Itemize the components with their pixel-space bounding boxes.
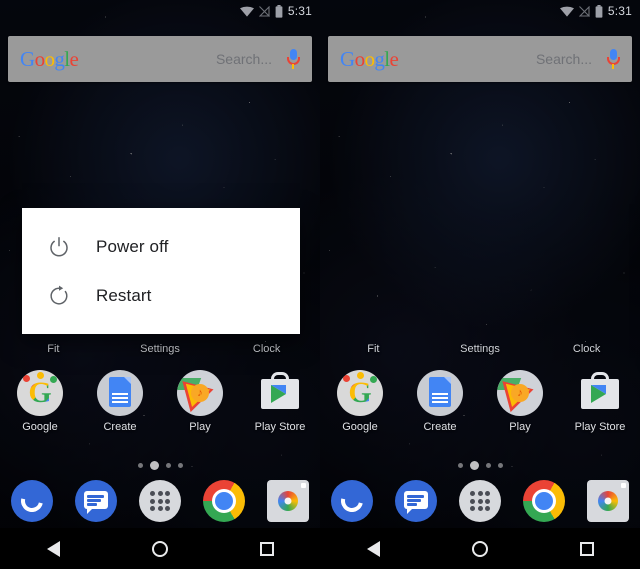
home-circle-icon — [152, 540, 168, 557]
app-label: Play — [509, 421, 531, 433]
signal-off-icon — [258, 5, 270, 17]
play-music-icon: ♪ — [177, 370, 223, 416]
wifi-icon — [559, 6, 574, 17]
phone-icon[interactable] — [11, 480, 53, 522]
nav-recents-button[interactable] — [213, 541, 320, 556]
status-bar: 5:31 — [0, 0, 320, 22]
app-label: Play Store — [254, 421, 306, 433]
app-label: Play Store — [574, 421, 626, 433]
restart-icon — [48, 285, 70, 307]
nav-back-button[interactable] — [0, 540, 107, 557]
power-off-label: Power off — [96, 236, 169, 256]
app-label: Create — [423, 421, 457, 433]
widget-label-clock: Clock — [252, 343, 281, 355]
battery-icon — [595, 4, 603, 18]
camera-icon[interactable] — [587, 480, 629, 522]
app-icon-create[interactable]: Create — [400, 370, 480, 433]
app-icon-play-store[interactable]: Play Store — [560, 370, 640, 433]
nav-home-button[interactable] — [107, 540, 214, 557]
phone-screen-left: 5:31 Google Search... Fit Settings Clock — [0, 0, 320, 569]
wifi-icon — [239, 6, 254, 17]
message-icon[interactable] — [395, 480, 437, 522]
back-triangle-icon — [366, 540, 380, 557]
widget-label-settings: Settings — [140, 343, 180, 355]
nav-back-button[interactable] — [320, 540, 427, 557]
dock — [0, 474, 320, 528]
chrome-icon[interactable] — [523, 480, 565, 522]
page-dot[interactable] — [485, 462, 491, 468]
dock — [320, 474, 640, 528]
app-label: Create — [103, 421, 137, 433]
page-dot[interactable] — [137, 462, 143, 468]
microphone-icon[interactable] — [606, 48, 620, 70]
app-icon-play[interactable]: ♪ Play — [480, 370, 560, 433]
signal-off-icon — [578, 5, 590, 17]
page-dot-active[interactable] — [149, 460, 159, 470]
google-icon: G — [17, 370, 63, 416]
home-app-row: G Google Create ♪ Play Play Store — [0, 370, 320, 440]
power-icon — [48, 236, 70, 258]
search-input[interactable]: Search... — [216, 51, 272, 67]
google-docs-icon — [417, 370, 463, 416]
play-store-icon — [257, 370, 303, 416]
recents-square-icon — [259, 541, 274, 556]
app-label: Google — [342, 421, 378, 433]
app-drawer-icon[interactable] — [459, 480, 501, 522]
power-off-button[interactable]: Power off — [22, 222, 300, 271]
google-icon: G — [337, 370, 383, 416]
google-logo: Google — [20, 46, 79, 71]
page-indicator — [0, 459, 320, 471]
home-app-row: G Google Create ♪ Play Play Store — [320, 370, 640, 440]
app-label: Play — [189, 421, 211, 433]
app-drawer-icon[interactable] — [139, 480, 181, 522]
navigation-bar — [0, 528, 320, 569]
play-store-icon — [577, 370, 623, 416]
restart-label: Restart — [96, 285, 152, 305]
phone-icon[interactable] — [331, 480, 373, 522]
app-icon-create[interactable]: Create — [80, 370, 160, 433]
google-search-widget[interactable]: Google Search... — [8, 36, 312, 82]
app-icon-play[interactable]: ♪ Play — [160, 370, 240, 433]
app-icon-google[interactable]: G Google — [0, 370, 80, 433]
app-label: Google — [22, 421, 58, 433]
page-dot[interactable] — [497, 462, 503, 468]
widget-label-fit: Fit — [47, 343, 60, 355]
page-indicator — [320, 459, 640, 471]
microphone-icon[interactable] — [286, 48, 300, 70]
page-dot[interactable] — [177, 462, 183, 468]
status-bar-clock: 5:31 — [607, 4, 632, 18]
camera-icon[interactable] — [267, 480, 309, 522]
search-input[interactable]: Search... — [536, 51, 592, 67]
nav-home-button[interactable] — [427, 540, 534, 557]
restart-button[interactable]: Restart — [22, 271, 300, 320]
recents-square-icon — [579, 541, 594, 556]
google-docs-icon — [97, 370, 143, 416]
google-logo: Google — [340, 46, 399, 71]
battery-icon — [275, 4, 283, 18]
page-dot-active[interactable] — [469, 460, 479, 470]
nav-recents-button[interactable] — [533, 541, 640, 556]
navigation-bar — [320, 528, 640, 569]
widget-label-row: Fit Settings Clock — [320, 341, 640, 357]
google-search-widget[interactable]: Google Search... — [328, 36, 632, 82]
power-menu-dialog: Power off Restart — [22, 208, 300, 334]
chrome-icon[interactable] — [203, 480, 245, 522]
page-dot[interactable] — [457, 462, 463, 468]
app-icon-google[interactable]: G Google — [320, 370, 400, 433]
app-icon-play-store[interactable]: Play Store — [240, 370, 320, 433]
back-triangle-icon — [46, 540, 60, 557]
play-music-icon: ♪ — [497, 370, 543, 416]
widget-label-fit: Fit — [367, 343, 380, 355]
widget-label-row: Fit Settings Clock — [0, 341, 320, 357]
status-bar-clock: 5:31 — [287, 4, 312, 18]
phone-screen-right: 5:31 Google Search... Fit Settings Clock… — [320, 0, 640, 569]
page-dot[interactable] — [165, 462, 171, 468]
widget-label-settings: Settings — [460, 343, 500, 355]
status-bar: 5:31 — [320, 0, 640, 22]
message-icon[interactable] — [75, 480, 117, 522]
dual-screenshot-comparison: 5:31 Google Search... Fit Settings Clock — [0, 0, 640, 569]
home-circle-icon — [472, 540, 488, 557]
widget-label-clock: Clock — [572, 343, 601, 355]
